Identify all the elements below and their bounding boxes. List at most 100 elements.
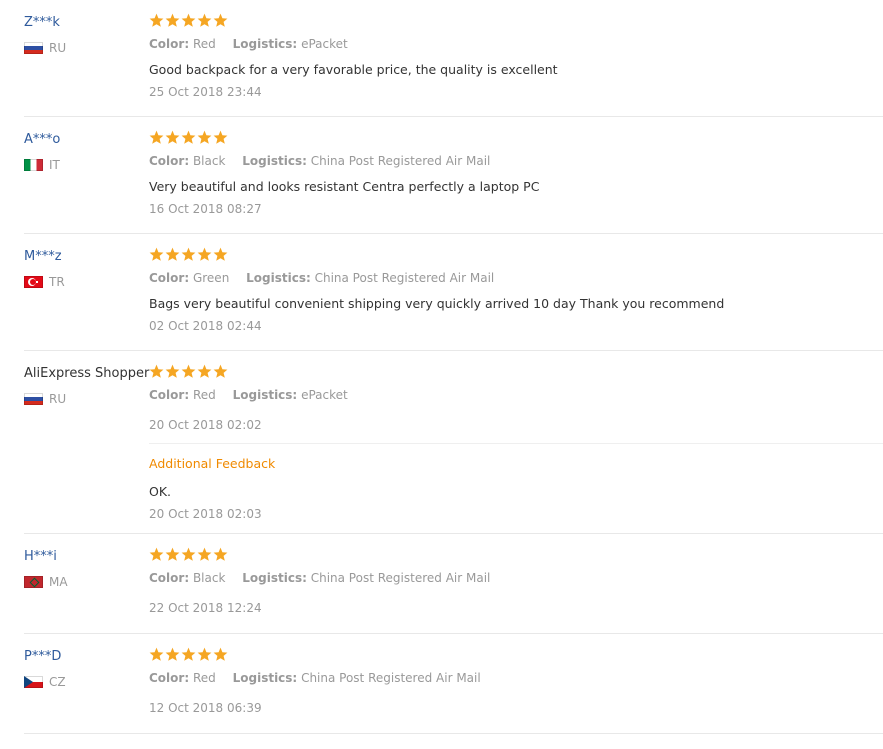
star-icon — [149, 364, 164, 378]
color-value: Red — [192, 388, 216, 402]
country-code: CZ — [49, 675, 66, 689]
user-name-link[interactable]: P***D — [24, 648, 61, 666]
star-icon — [165, 647, 180, 661]
color-label: Color: — [149, 671, 190, 685]
user-name: AliExpress Shopper — [24, 366, 150, 381]
review-date: 20 Oct 2018 02:02 — [149, 418, 262, 432]
country-code: TR — [49, 275, 65, 289]
additional-feedback-comment: OK. — [149, 484, 172, 499]
review-date: 16 Oct 2018 08:27 — [149, 202, 262, 216]
star-icon — [181, 130, 196, 144]
review-item: M***z TR Color: Green Logistics: China P… — [24, 234, 883, 351]
user-country: MA — [24, 574, 68, 590]
logistics-value: ePacket — [301, 388, 348, 402]
star-rating — [149, 130, 228, 146]
star-icon — [181, 647, 196, 661]
order-properties: Color: Red Logistics: China Post Registe… — [149, 670, 494, 686]
user-country: IT — [24, 157, 60, 173]
review-comment: Good backpack for a very favorable price… — [149, 62, 558, 77]
star-icon — [165, 13, 180, 27]
color-label: Color: — [149, 271, 190, 285]
logistics-value: China Post Registered Air Mail — [310, 571, 491, 585]
star-icon — [149, 13, 164, 27]
star-icon — [213, 13, 228, 27]
star-rating — [149, 364, 228, 380]
order-properties: Color: Black Logistics: China Post Regis… — [149, 153, 503, 169]
user-country: RU — [24, 40, 66, 56]
color-value: Black — [192, 154, 226, 168]
logistics-value: ePacket — [301, 37, 348, 51]
color-label: Color: — [149, 37, 190, 51]
user-name-link[interactable]: A***o — [24, 131, 60, 149]
italy-flag-icon — [24, 159, 43, 171]
review-date: 22 Oct 2018 12:24 — [149, 601, 262, 615]
user-name-link[interactable]: Z***k — [24, 14, 60, 32]
additional-feedback-divider — [149, 443, 883, 444]
star-icon — [213, 547, 228, 561]
star-icon — [197, 247, 212, 261]
logistics-value: China Post Registered Air Mail — [310, 154, 491, 168]
star-icon — [149, 247, 164, 261]
logistics-label: Logistics: — [232, 671, 298, 685]
turkey-flag-icon — [24, 276, 43, 288]
star-rating — [149, 13, 228, 29]
review-item: P***D CZ Color: Red Logistics: China Pos… — [24, 634, 883, 734]
color-label: Color: — [149, 388, 190, 402]
russia-flag-icon — [24, 393, 43, 405]
czech-flag-icon — [24, 676, 43, 688]
user-country: TR — [24, 274, 65, 290]
star-icon — [213, 364, 228, 378]
morocco-flag-icon — [24, 576, 43, 588]
star-icon — [181, 547, 196, 561]
logistics-label: Logistics: — [242, 571, 307, 585]
star-icon — [149, 130, 164, 144]
star-icon — [213, 247, 228, 261]
star-icon — [181, 247, 196, 261]
user-country: CZ — [24, 674, 66, 690]
star-icon — [149, 647, 164, 661]
review-item: Z***k RU Color: Red Logistics: ePacket G… — [24, 0, 883, 117]
star-rating — [149, 247, 228, 263]
feedback-list: Z***k RU Color: Red Logistics: ePacket G… — [0, 0, 883, 734]
star-icon — [181, 364, 196, 378]
country-code: IT — [49, 158, 60, 172]
user-country: RU — [24, 391, 66, 407]
logistics-label: Logistics: — [232, 388, 298, 402]
review-date: 25 Oct 2018 23:44 — [149, 85, 262, 99]
country-code: RU — [49, 392, 67, 406]
additional-feedback-title: Additional Feedback — [149, 456, 276, 471]
logistics-label: Logistics: — [242, 154, 307, 168]
review-item: H***i MA Color: Black Logistics: China P… — [24, 534, 883, 634]
user-name-link[interactable]: M***z — [24, 248, 62, 266]
star-rating — [149, 647, 228, 663]
review-date: 02 Oct 2018 02:44 — [149, 319, 262, 333]
star-icon — [197, 547, 212, 561]
star-icon — [165, 130, 180, 144]
star-icon — [165, 547, 180, 561]
review-comment: Very beautiful and looks resistant Centr… — [149, 179, 540, 194]
review-date: 12 Oct 2018 06:39 — [149, 701, 262, 715]
color-value: Black — [192, 571, 226, 585]
logistics-value: China Post Registered Air Mail — [314, 271, 495, 285]
order-properties: Color: Red Logistics: ePacket — [149, 36, 361, 52]
order-properties: Color: Black Logistics: China Post Regis… — [149, 570, 503, 586]
star-icon — [197, 364, 212, 378]
additional-feedback-date: 20 Oct 2018 02:03 — [149, 507, 262, 521]
star-icon — [181, 13, 196, 27]
star-rating — [149, 547, 228, 563]
order-properties: Color: Red Logistics: ePacket — [149, 387, 361, 403]
color-value: Red — [192, 671, 216, 685]
color-label: Color: — [149, 154, 190, 168]
russia-flag-icon — [24, 42, 43, 54]
star-icon — [197, 130, 212, 144]
review-item: A***o IT Color: Black Logistics: China P… — [24, 117, 883, 234]
review-comment: Bags very beautiful convenient shipping … — [149, 296, 725, 311]
star-icon — [165, 364, 180, 378]
user-name-link[interactable]: H***i — [24, 548, 57, 566]
color-value: Green — [192, 271, 230, 285]
star-icon — [149, 547, 164, 561]
star-icon — [165, 247, 180, 261]
logistics-value: China Post Registered Air Mail — [301, 671, 481, 685]
country-code: RU — [49, 41, 67, 55]
color-value: Red — [192, 37, 216, 51]
